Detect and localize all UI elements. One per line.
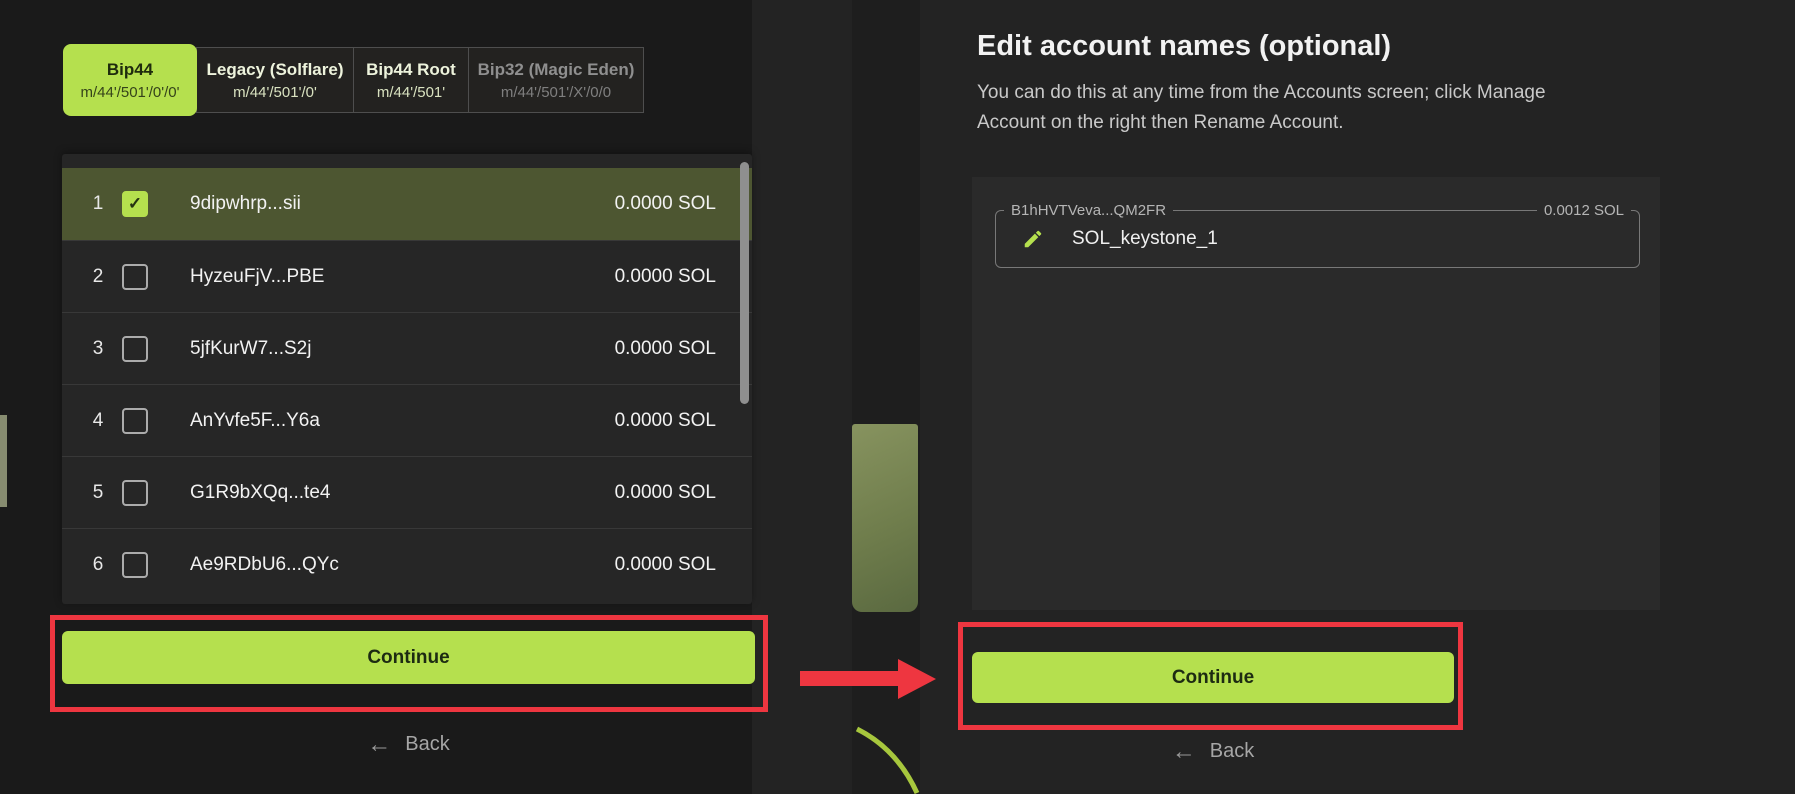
- continue-button-right[interactable]: Continue: [972, 652, 1454, 703]
- tab-derivation-path: m/44'/501'/0'/0': [80, 85, 179, 101]
- page-title: Edit account names (optional): [977, 30, 1391, 63]
- tab-label: Bip32 (Magic Eden): [478, 60, 635, 80]
- account-row[interactable]: 3 5jfKurW7...S2j 0.0000 SOL: [62, 312, 752, 384]
- account-index: 2: [86, 266, 110, 288]
- continue-button-left[interactable]: Continue: [62, 631, 755, 684]
- tab-derivation-path: m/44'/501'/0': [233, 85, 317, 101]
- account-balance: 0.0000 SOL: [615, 193, 716, 215]
- account-index: 1: [86, 193, 110, 215]
- account-address: 5jfKurW7...S2j: [190, 338, 311, 360]
- account-address: AnYvfe5F...Y6a: [190, 410, 320, 432]
- account-name-value[interactable]: SOL_keystone_1: [1072, 228, 1218, 250]
- account-row[interactable]: 5 G1R9bXQq...te4 0.0000 SOL: [62, 456, 752, 528]
- tab-derivation-path: m/44'/501'/X'/0/0: [501, 85, 611, 101]
- back-label: Back: [1210, 740, 1254, 763]
- account-address-label: B1hHVTVeva...QM2FR: [1004, 202, 1173, 219]
- tab-label: Bip44: [107, 60, 153, 80]
- backdrop-green-cube: [852, 424, 918, 612]
- account-row[interactable]: 6 Ae9RDbU6...QYc 0.0000 SOL: [62, 528, 752, 600]
- account-index: 5: [86, 482, 110, 504]
- tab-legacy-solflare[interactable]: Legacy (Solflare) m/44'/501'/0': [196, 47, 354, 113]
- account-row[interactable]: 1 9dipwhrp...sii 0.0000 SOL: [62, 168, 752, 240]
- scrollbar-thumb[interactable]: [740, 162, 749, 404]
- unchecked-checkbox-icon[interactable]: [122, 480, 148, 506]
- backdrop-left-sliver: [0, 415, 7, 507]
- unchecked-checkbox-icon[interactable]: [122, 264, 148, 290]
- page-subtitle: You can do this at any time from the Acc…: [977, 78, 1617, 138]
- tab-label: Legacy (Solflare): [207, 60, 344, 80]
- unchecked-checkbox-icon[interactable]: [122, 552, 148, 578]
- checked-checkbox-icon[interactable]: [122, 191, 148, 217]
- account-balance: 0.0000 SOL: [615, 554, 716, 576]
- annotation-arrow-head: [898, 659, 936, 699]
- derivation-path-tabs: Bip44 m/44'/501'/0'/0' Legacy (Solflare) m/…: [64, 47, 644, 116]
- tab-derivation-path: m/44'/501': [377, 85, 445, 101]
- account-name-field[interactable]: B1hHVTVeva...QM2FR 0.0012 SOL SOL_keysto…: [995, 210, 1640, 268]
- backdrop-green-curve: [845, 725, 935, 794]
- account-index: 6: [86, 554, 110, 576]
- account-balance: 0.0000 SOL: [615, 266, 716, 288]
- annotation-arrow: [800, 671, 902, 686]
- account-row[interactable]: 4 AnYvfe5F...Y6a 0.0000 SOL: [62, 384, 752, 456]
- tab-bip32-magic-eden[interactable]: Bip32 (Magic Eden) m/44'/501'/X'/0/0: [468, 47, 644, 113]
- account-balance: 0.0000 SOL: [615, 482, 716, 504]
- account-balance: 0.0000 SOL: [615, 338, 716, 360]
- account-address: Ae9RDbU6...QYc: [190, 554, 339, 576]
- back-label: Back: [405, 733, 449, 756]
- account-address: G1R9bXQq...te4: [190, 482, 330, 504]
- edit-pencil-icon: [1022, 228, 1044, 250]
- back-link-left[interactable]: ← Back: [62, 733, 755, 756]
- unchecked-checkbox-icon[interactable]: [122, 336, 148, 362]
- tab-bip44-root[interactable]: Bip44 Root m/44'/501': [353, 47, 469, 113]
- back-arrow-icon: ←: [367, 735, 391, 755]
- account-index: 4: [86, 410, 110, 432]
- account-address: HyzeuFjV...PBE: [190, 266, 324, 288]
- back-arrow-icon: ←: [1172, 742, 1196, 762]
- account-address: 9dipwhrp...sii: [190, 193, 301, 215]
- account-index: 3: [86, 338, 110, 360]
- tab-label: Bip44 Root: [366, 60, 456, 80]
- account-balance: 0.0000 SOL: [615, 410, 716, 432]
- tab-bip44[interactable]: Bip44 m/44'/501'/0'/0': [63, 44, 197, 116]
- account-balance-label: 0.0012 SOL: [1537, 202, 1631, 219]
- account-list: 1 9dipwhrp...sii 0.0000 SOL 2 HyzeuFjV...PBE…: [62, 154, 752, 604]
- back-link-right[interactable]: ← Back: [972, 740, 1454, 763]
- unchecked-checkbox-icon[interactable]: [122, 408, 148, 434]
- screenshot-stage: Bip44 m/44'/501'/0'/0' Legacy (Solflare) m/…: [0, 0, 1795, 794]
- account-row[interactable]: 2 HyzeuFjV...PBE 0.0000 SOL: [62, 240, 752, 312]
